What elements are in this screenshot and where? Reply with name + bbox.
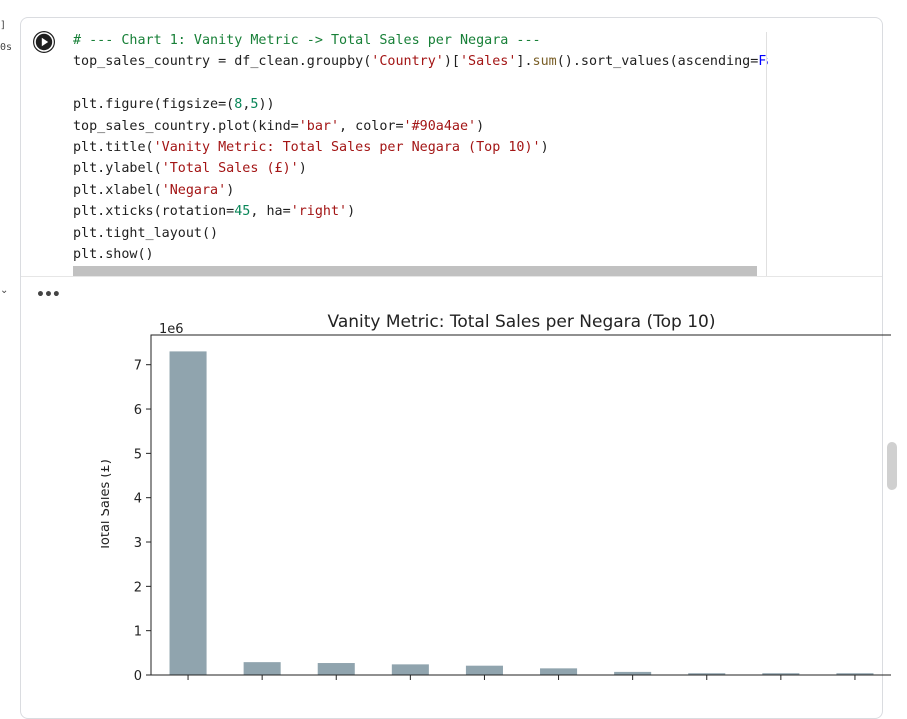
code-token: top_sales_country = df_clean.groupby(	[73, 54, 372, 70]
code-token: plt.title(	[73, 139, 154, 155]
code-editor[interactable]: # --- Chart 1: Vanity Metric -> Total Sa…	[73, 30, 768, 280]
code-line: plt.ylabel('Total Sales (£)')	[73, 158, 768, 179]
run-cell-button[interactable]	[33, 31, 55, 53]
code-token: plt.show()	[73, 246, 154, 262]
play-icon	[34, 32, 54, 52]
collapse-output-icon[interactable]: ⌄	[0, 285, 8, 296]
line-length-ruler	[766, 32, 767, 276]
bar	[169, 351, 207, 675]
y-axis-label: Total Sales (£)	[101, 459, 113, 552]
y-tick-label: 0	[134, 669, 142, 684]
code-token: 'bar'	[298, 118, 340, 134]
y-tick-label: 5	[134, 447, 142, 462]
code-token: )	[540, 139, 549, 155]
output-actions-button[interactable]: •••	[36, 287, 61, 303]
code-line: plt.xticks(rotation=45, ha='right')	[73, 201, 768, 222]
bar	[317, 663, 355, 675]
code-token: 'Vanity Metric: Total Sales per Negara (…	[153, 139, 541, 155]
code-token: , ha=	[250, 204, 291, 220]
code-line: top_sales_country.plot(kind='bar', color…	[73, 116, 768, 137]
code-token: 'right'	[290, 204, 348, 220]
code-line: # --- Chart 1: Vanity Metric -> Total Sa…	[73, 30, 768, 51]
y-tick-label: 7	[134, 359, 142, 374]
code-line: plt.tight_layout()	[73, 223, 768, 244]
code-token: )	[347, 204, 356, 220]
sales-bar-chart: Vanity Metric: Total Sales per Negara (T…	[101, 312, 891, 684]
code-token: 'Sales'	[459, 54, 517, 70]
y-tick-label: 2	[134, 580, 142, 595]
code-token: top_sales_country.plot(kind=	[73, 118, 299, 134]
code-token: ))	[258, 97, 275, 113]
code-token: )	[226, 182, 235, 198]
code-token: plt.figure(figsize=(	[73, 97, 235, 113]
code-token: # --- Chart 1: Vanity Metric -> Total Sa…	[73, 33, 541, 48]
code-token: )	[298, 161, 307, 177]
y-tick-label: 1	[134, 625, 142, 640]
code-token: )[	[443, 54, 460, 70]
code-token: 'Negara'	[161, 182, 227, 198]
plot-frame	[150, 334, 891, 676]
execution-duration: 0s	[0, 42, 13, 53]
bar	[391, 664, 429, 675]
code-token: 'Total Sales (£)'	[161, 161, 299, 177]
code-line: plt.show()	[73, 244, 768, 265]
chart-title: Vanity Metric: Total Sales per Negara (T…	[328, 312, 716, 332]
code-token: plt.ylabel(	[73, 161, 162, 177]
bar	[243, 662, 281, 675]
bar	[465, 665, 503, 675]
y-tick-label: 3	[134, 536, 142, 551]
code-token: , color=	[339, 118, 404, 134]
code-token: 'Country'	[371, 54, 444, 70]
vertical-scrollbar-thumb[interactable]	[887, 442, 897, 490]
code-line: plt.figure(figsize=(8,5))	[73, 94, 768, 115]
execution-count: ]	[0, 20, 7, 31]
code-token: ].	[516, 54, 533, 70]
output-divider	[21, 276, 882, 277]
code-line: plt.xlabel('Negara')	[73, 180, 768, 201]
code-token: '#90a4ae'	[403, 118, 477, 134]
bar	[540, 668, 578, 675]
code-line: top_sales_country = df_clean.groupby('Co…	[73, 51, 768, 72]
code-token: ().sort_values(ascending=	[556, 54, 759, 70]
code-cell[interactable]: # --- Chart 1: Vanity Metric -> Total Sa…	[20, 17, 891, 719]
y-tick-label: 6	[134, 403, 142, 418]
code-token: 45	[234, 204, 251, 220]
y-tick-label: 4	[134, 492, 142, 507]
code-token: plt.tight_layout()	[73, 225, 219, 241]
code-token: sum	[532, 54, 557, 70]
horizontal-scrollbar[interactable]	[73, 266, 757, 276]
code-token: plt.xticks(rotation=	[73, 204, 235, 220]
code-token: plt.xlabel(	[73, 182, 162, 198]
code-line: plt.title('Vanity Metric: Total Sales pe…	[73, 137, 768, 158]
code-token: )	[476, 118, 485, 134]
